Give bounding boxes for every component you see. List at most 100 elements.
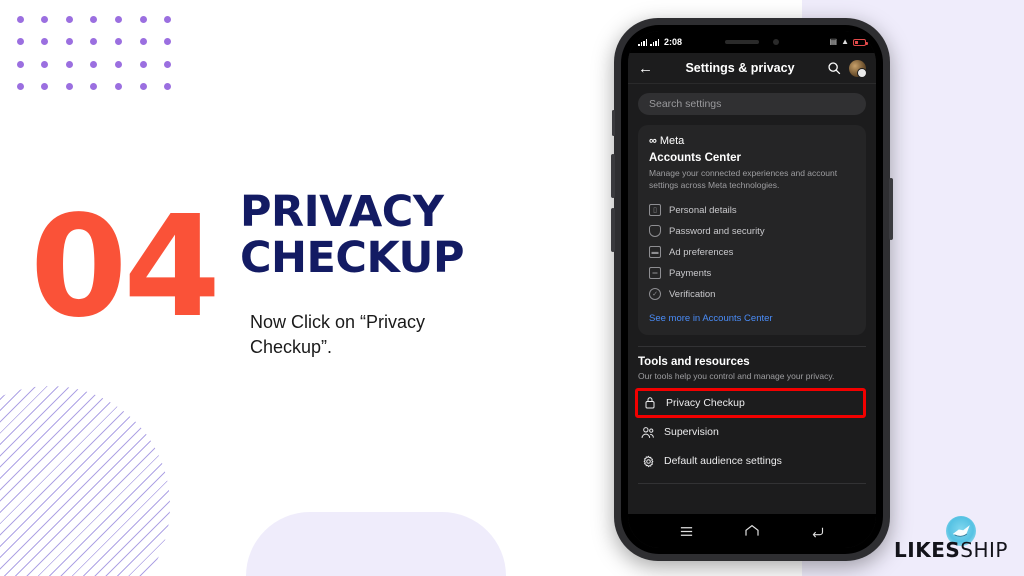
signal-bars-icon	[638, 38, 647, 46]
decor-dot	[139, 60, 147, 68]
decor-dot	[115, 38, 123, 46]
decorative-diagonal-stripes	[0, 386, 170, 576]
list-item-label: Ad preferences	[669, 246, 734, 258]
decor-dot	[164, 15, 172, 23]
app-header: ← Settings & privacy	[628, 53, 876, 84]
search-input[interactable]: Search settings	[638, 93, 866, 115]
decor-dot	[41, 38, 49, 46]
shield-icon	[649, 225, 661, 238]
home-icon[interactable]	[744, 524, 760, 538]
lock-icon	[643, 396, 657, 409]
status-bar: 2:08 ▤ ▲	[628, 31, 876, 53]
lavender-bottom-blob	[246, 512, 506, 576]
decor-dot	[41, 83, 49, 91]
decorative-dot-grid	[8, 8, 180, 98]
phone-bezel: 2:08 ▤ ▲ ← Settings & privacy Search set…	[621, 25, 883, 554]
people-icon	[641, 426, 655, 439]
logo-text-bold: LIKES	[894, 538, 961, 562]
search-icon[interactable]	[827, 61, 841, 75]
list-item-personal-details[interactable]: ▯ Personal details	[649, 200, 855, 221]
decor-dot	[90, 60, 98, 68]
decor-dot	[164, 83, 172, 91]
decor-dot	[16, 60, 24, 68]
decor-dot	[90, 15, 98, 23]
decor-dot	[65, 83, 73, 91]
menu-icon[interactable]	[679, 525, 694, 538]
decor-dot	[41, 15, 49, 23]
stripes-pattern	[0, 386, 170, 576]
volume-down-button[interactable]	[611, 208, 615, 252]
verified-check-icon: ✓	[649, 288, 661, 301]
silence-switch[interactable]	[612, 110, 615, 136]
credit-card-icon: ═	[649, 267, 661, 280]
step-number: 04	[30, 186, 221, 349]
decor-dot	[41, 60, 49, 68]
decor-dot	[16, 15, 24, 23]
list-item-label: Verification	[669, 288, 716, 300]
list-item-label: Password and security	[669, 225, 765, 237]
tools-section-title: Tools and resources	[638, 355, 750, 368]
status-bar-left: 2:08	[638, 37, 682, 47]
volume-up-button[interactable]	[611, 154, 615, 198]
status-time: 2:08	[664, 37, 683, 47]
signal-bars-icon-2	[650, 38, 659, 46]
accounts-center-description: Manage your connected experiences and ac…	[649, 168, 838, 191]
decor-dot	[90, 83, 98, 91]
power-button[interactable]	[889, 178, 893, 240]
instruction-text: Now Click on “Privacy Checkup”.	[250, 312, 426, 358]
phone-screen: 2:08 ▤ ▲ ← Settings & privacy Search set…	[628, 31, 876, 548]
phone-mockup: 2:08 ▤ ▲ ← Settings & privacy Search set…	[611, 18, 893, 561]
list-item-label: Payments	[669, 267, 712, 279]
back-icon[interactable]	[810, 525, 825, 538]
list-item-ad-preferences[interactable]: ▬ Ad preferences	[649, 242, 855, 263]
menu-item-label: Supervision	[664, 426, 719, 439]
accounts-center-title: Accounts Center	[649, 152, 742, 164]
gear-icon	[641, 455, 655, 468]
brand-logo: LIKESSHIP	[894, 516, 1008, 562]
decor-dot	[164, 38, 172, 46]
decor-dot	[115, 15, 123, 23]
list-item-label: Personal details	[669, 204, 737, 216]
decor-dot	[65, 60, 73, 68]
headline-line-1: PRIVACY	[240, 187, 444, 237]
decor-dot	[139, 15, 147, 23]
meta-infinity-icon: ∞	[649, 135, 657, 147]
list-item-verification[interactable]: ✓ Verification	[649, 284, 855, 305]
decor-dot	[16, 83, 24, 91]
list-item-payments[interactable]: ═ Payments	[649, 263, 855, 284]
page-title: PRIVACY CHECKUP	[240, 187, 540, 283]
bottom-divider	[638, 482, 866, 484]
menu-item-privacy-checkup[interactable]: Privacy Checkup	[635, 387, 866, 418]
tools-section-description: Our tools help you control and manage yo…	[638, 370, 835, 381]
decor-dot	[90, 38, 98, 46]
decor-dot	[65, 15, 73, 23]
menu-item-default-audience-settings[interactable]: Default audience settings	[638, 447, 866, 476]
android-nav-bar	[628, 514, 876, 548]
settings-scroll-area[interactable]: Search settings ∞ Meta Accounts Center M…	[628, 84, 876, 514]
avatar[interactable]	[849, 59, 867, 78]
front-camera	[773, 38, 779, 45]
decor-dot	[115, 60, 123, 68]
ad-preferences-icon: ▬	[649, 246, 661, 259]
wifi-icon: ▲	[841, 37, 849, 46]
menu-item-supervision[interactable]: Supervision	[638, 418, 866, 447]
menu-item-label: Default audience settings	[664, 455, 782, 468]
back-arrow-icon[interactable]: ←	[638, 61, 653, 76]
list-item-password-and-security[interactable]: Password and security	[649, 221, 855, 242]
screen-title: Settings & privacy	[685, 61, 795, 75]
headline-line-2: CHECKUP	[240, 232, 464, 283]
id-card-icon: ▯	[649, 204, 661, 217]
meta-brand-row: ∞ Meta	[649, 135, 855, 147]
decor-dot	[139, 38, 147, 46]
mobile-data-icon: ▤	[829, 37, 838, 46]
see-more-in-accounts-center-link[interactable]: See more in Accounts Center	[649, 313, 855, 324]
decor-dot	[115, 83, 123, 91]
accounts-center-card: ∞ Meta Accounts Center Manage your conne…	[638, 125, 866, 335]
decor-dot	[16, 38, 24, 46]
status-bar-right: ▤ ▲	[829, 37, 868, 46]
menu-item-label: Privacy Checkup	[666, 396, 745, 409]
decor-dot	[139, 83, 147, 91]
logo-text-light: SHIP	[960, 538, 1008, 562]
battery-low-icon	[853, 38, 868, 46]
earpiece-speaker	[725, 39, 759, 44]
